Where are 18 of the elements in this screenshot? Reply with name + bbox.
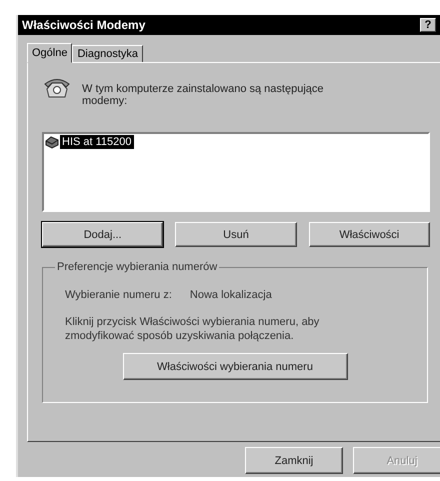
footer-button[interactable]: Zamknij: [245, 447, 343, 474]
dialing-from-label: Wybieranie numeru z:: [65, 289, 172, 301]
dialing-from-value: Nowa lokalizacja: [190, 289, 272, 301]
tab[interactable]: Ogólne: [27, 43, 72, 63]
intro-text: W tym komputerze zainstalowano są następujące modemy:: [82, 83, 325, 107]
tab[interactable]: Diagnostyka: [72, 45, 144, 63]
hint-text: Kliknij przycisk Właściwości wybierania numeru, aby zmodyfikować sposób uzyskiwania połączenia.: [64, 315, 320, 343]
dialing-properties-button[interactable]: Właściwości wybierania numeru: [122, 353, 348, 380]
help-button[interactable]: ?: [420, 18, 436, 32]
modem-item[interactable]: HIS at 115200: [60, 135, 134, 149]
window-title: Właściwości Modemy: [22, 18, 146, 32]
modem-button[interactable]: Właściwości: [308, 222, 430, 247]
modem-list[interactable]: HIS at 115200: [42, 132, 430, 212]
group-title: Preferencje wybierania numerów: [56, 261, 218, 273]
modem-button[interactable]: Dodaj...: [42, 222, 164, 247]
telephone-icon: [44, 77, 70, 99]
modem-icon: [45, 135, 59, 149]
modem-button[interactable]: Usuń: [175, 222, 297, 247]
